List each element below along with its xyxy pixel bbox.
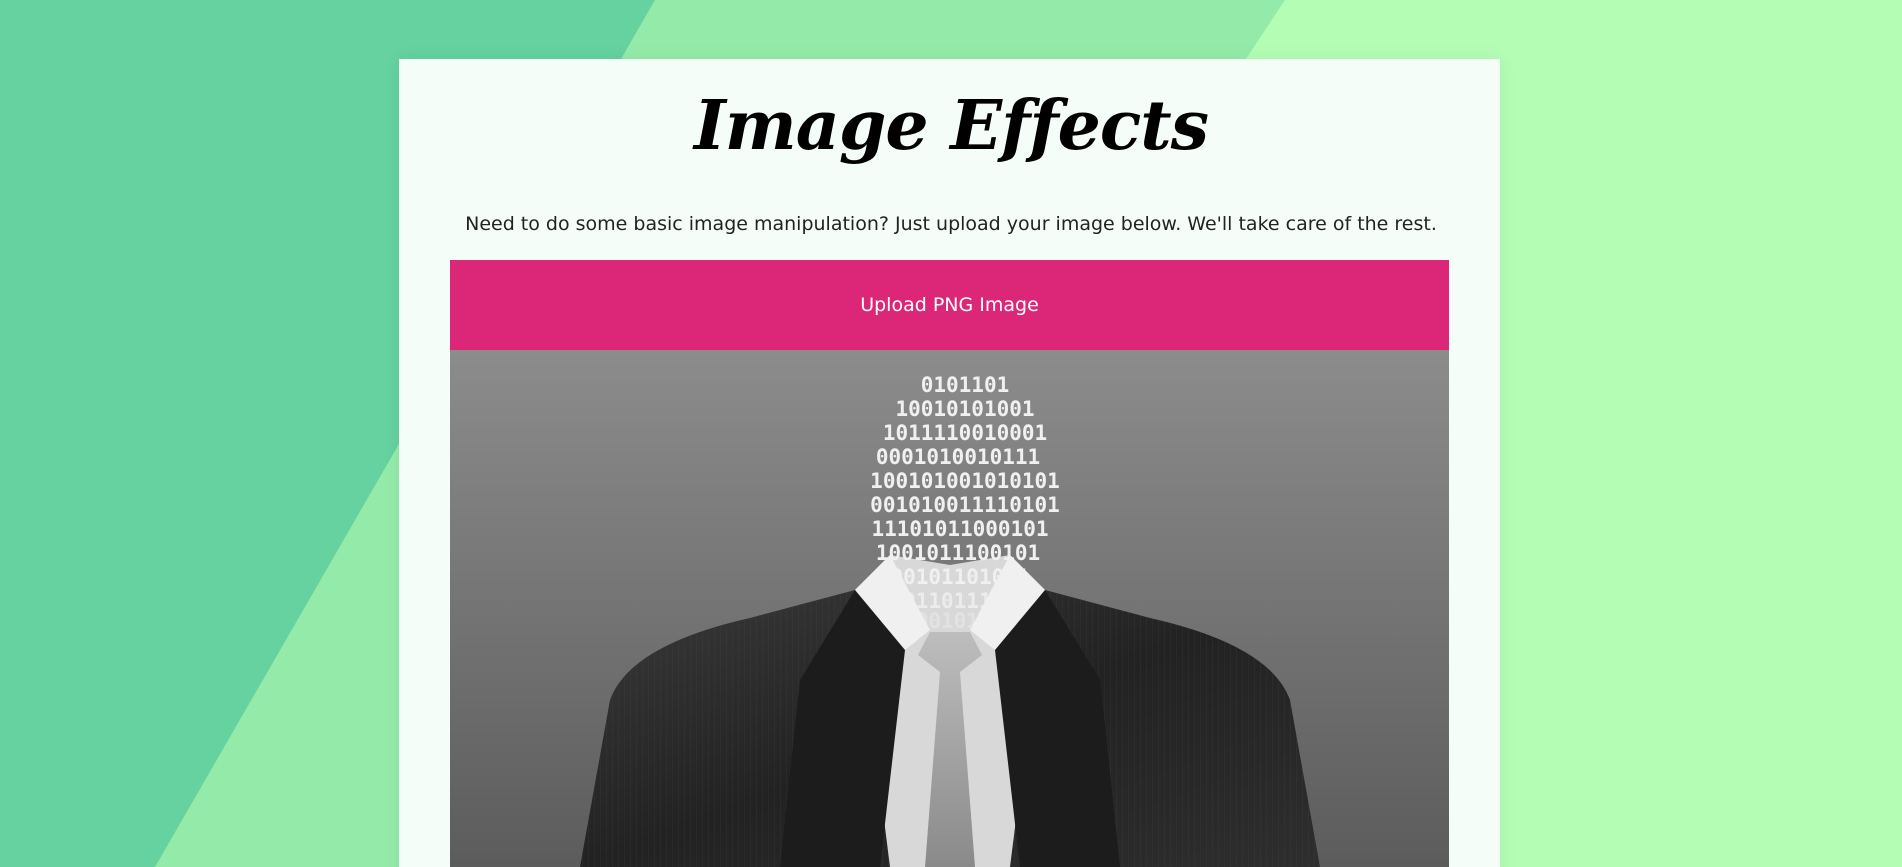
svg-text:1011110010001: 1011110010001 — [883, 421, 1047, 445]
page-subtitle: Need to do some basic image manipulation… — [465, 213, 1437, 235]
image-preview: 0101101 10010101001 1011110010001 000101… — [450, 350, 1449, 867]
svg-text:0010101: 0010101 — [916, 609, 1005, 633]
svg-text:0001010010111: 0001010010111 — [876, 445, 1040, 469]
svg-text:100101001010101: 100101001010101 — [870, 469, 1060, 493]
svg-text:001010011110101: 001010011110101 — [870, 493, 1060, 517]
svg-text:1001011100101: 1001011100101 — [876, 541, 1040, 565]
page-title: Image Effects — [694, 86, 1209, 166]
svg-text:11101011000101: 11101011000101 — [871, 517, 1048, 541]
upload-png-button[interactable]: Upload PNG Image — [450, 260, 1449, 350]
svg-text:00101101011: 00101101011 — [890, 565, 1029, 589]
svg-text:0101101: 0101101 — [921, 373, 1010, 397]
svg-text:10010101001: 10010101001 — [895, 397, 1034, 421]
